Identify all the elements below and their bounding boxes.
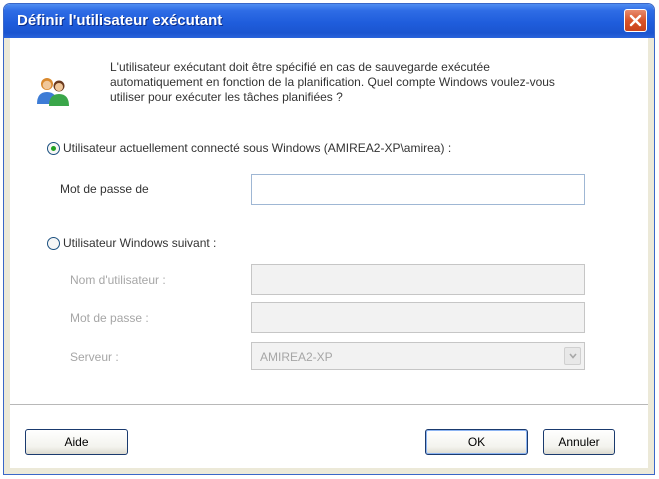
close-button[interactable]	[624, 9, 647, 32]
username-label: Nom d'utilisateur :	[70, 273, 166, 287]
other-password-input[interactable]	[251, 302, 585, 333]
dialog-title: Définir l'utilisateur exécutant	[17, 12, 223, 29]
server-value: AMIREA2-XP	[260, 350, 333, 364]
other-password-label: Mot de passe :	[70, 311, 149, 325]
dialog-window: Définir l'utilisateur exécutant L'utilis…	[3, 3, 655, 475]
footer-separator	[10, 404, 648, 405]
other-user-radio[interactable]	[47, 237, 60, 250]
close-icon	[629, 14, 642, 27]
current-password-input[interactable]	[251, 174, 585, 205]
current-password-label: Mot de passe de	[60, 182, 149, 196]
ok-button[interactable]: OK	[425, 429, 528, 455]
current-user-radio[interactable]	[47, 142, 60, 155]
users-icon	[37, 78, 69, 106]
dialog-body: L'utilisateur exécutant doit être spécif…	[10, 38, 648, 468]
current-user-label[interactable]: Utilisateur actuellement connecté sous W…	[63, 141, 451, 155]
title-bar[interactable]: Définir l'utilisateur exécutant	[4, 4, 654, 38]
server-select[interactable]: AMIREA2-XP	[251, 342, 585, 370]
chevron-down-icon	[569, 353, 577, 359]
cancel-button[interactable]: Annuler	[543, 429, 615, 455]
username-input[interactable]	[251, 264, 585, 295]
server-dropdown-button[interactable]	[564, 347, 581, 365]
radio-selected-dot	[51, 146, 56, 151]
help-button[interactable]: Aide	[25, 429, 128, 455]
intro-text: L'utilisateur exécutant doit être spécif…	[110, 60, 555, 104]
server-label: Serveur :	[70, 350, 119, 364]
other-user-label[interactable]: Utilisateur Windows suivant :	[63, 236, 216, 250]
